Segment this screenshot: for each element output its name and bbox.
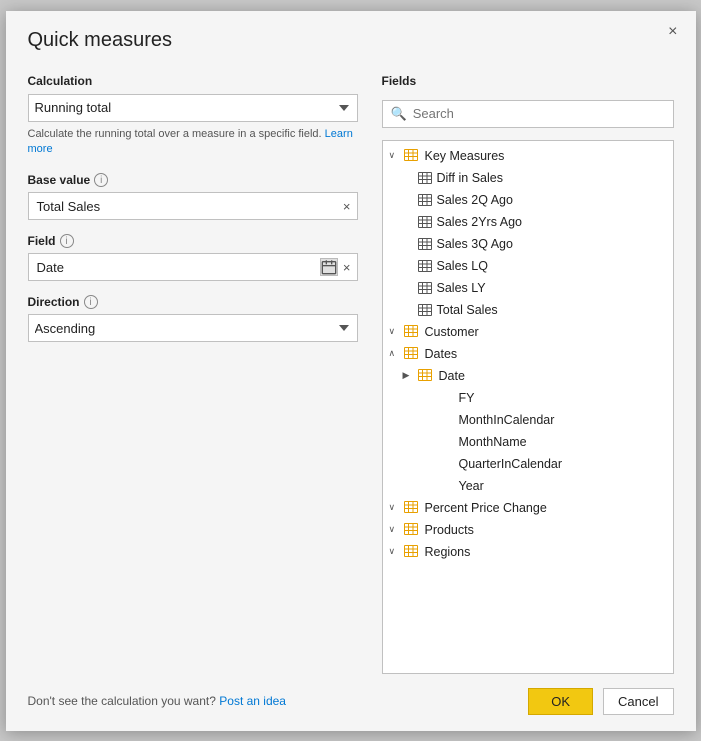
- tree-item-sales-2q-ago[interactable]: Sales 2Q Ago: [383, 189, 673, 211]
- tree-item-year[interactable]: Year: [383, 475, 673, 497]
- tree-item-sales-3q-ago[interactable]: Sales 3Q Ago: [383, 233, 673, 255]
- base-value-label: Base value: [28, 173, 91, 187]
- table-icon: [404, 325, 420, 339]
- tree-item-label: Sales LQ: [437, 259, 488, 273]
- measure-icon: [418, 260, 432, 272]
- tree-item-label: Sales 2Yrs Ago: [437, 215, 522, 229]
- title-bar: Quick measures ×: [6, 11, 696, 60]
- measure-icon: [418, 216, 432, 228]
- tree-item-regions[interactable]: ∨ Regions: [383, 541, 673, 563]
- tree-item-monthname[interactable]: MonthName: [383, 431, 673, 453]
- tree-item-key-measures[interactable]: ∨ Key Measures: [383, 145, 673, 167]
- fields-label: Fields: [382, 74, 674, 88]
- close-button[interactable]: ×: [662, 21, 683, 43]
- direction-select[interactable]: Ascending Descending: [28, 314, 358, 342]
- tree-item-label: Percent Price Change: [425, 501, 547, 515]
- dialog-body: Calculation Running total Calculate the …: [6, 60, 696, 674]
- chevron-icon: ∨: [389, 524, 401, 536]
- quick-measures-dialog: Quick measures × Calculation Running tot…: [6, 11, 696, 731]
- tree-item-label: Sales LY: [437, 281, 486, 295]
- calculation-hint: Calculate the running total over a measu…: [28, 127, 358, 158]
- tree-item-label: Sales 2Q Ago: [437, 193, 513, 207]
- measure-icon: [418, 194, 432, 206]
- measure-icon: [418, 172, 432, 184]
- footer-hint: Don't see the calculation you want? Post…: [28, 694, 286, 708]
- calendar-icon: [320, 258, 338, 276]
- tree-item-label: FY: [459, 391, 475, 405]
- tree-item-label: Total Sales: [437, 303, 498, 317]
- search-box[interactable]: 🔍: [382, 100, 674, 128]
- dialog-footer: Don't see the calculation you want? Post…: [6, 674, 696, 731]
- chevron-icon: ∧: [389, 348, 401, 360]
- calculation-label: Calculation: [28, 74, 358, 88]
- table-icon: [418, 369, 434, 383]
- base-value-text: Total Sales: [37, 199, 341, 214]
- measure-icon: [418, 282, 432, 294]
- tree-item-label: Date: [439, 369, 465, 383]
- search-icon: 🔍: [391, 106, 407, 122]
- tree-item-label: Key Measures: [425, 149, 505, 163]
- tree-item-label: Products: [425, 523, 474, 537]
- cancel-button[interactable]: Cancel: [603, 688, 673, 715]
- table-icon: [404, 347, 420, 361]
- tree-item-label: Dates: [425, 347, 458, 361]
- measure-icon: [418, 238, 432, 250]
- tree-item-total-sales[interactable]: Total Sales: [383, 299, 673, 321]
- chevron-icon: ∨: [389, 546, 401, 558]
- measure-icon: [418, 304, 432, 316]
- tree-item-label: Regions: [425, 545, 471, 559]
- field-value-text: Date: [37, 260, 320, 275]
- tree-item-quarterincalendar[interactable]: QuarterInCalendar: [383, 453, 673, 475]
- search-input[interactable]: [413, 106, 665, 121]
- direction-label-row: Direction i: [28, 295, 358, 309]
- tree-item-customer[interactable]: ∨ Customer: [383, 321, 673, 343]
- field-info-icon: i: [60, 234, 74, 248]
- direction-label: Direction: [28, 295, 80, 309]
- chevron-icon: ▶: [403, 370, 415, 382]
- tree-item-label: Sales 3Q Ago: [437, 237, 513, 251]
- table-icon: [404, 501, 420, 515]
- left-panel: Calculation Running total Calculate the …: [28, 74, 358, 674]
- ok-button[interactable]: OK: [528, 688, 593, 715]
- tree-item-percent-price-change[interactable]: ∨ Percent Price Change: [383, 497, 673, 519]
- calculation-select[interactable]: Running total: [28, 94, 358, 122]
- dialog-title: Quick measures: [28, 29, 173, 52]
- field-label-row: Field i: [28, 234, 358, 248]
- base-value-input: Total Sales ×: [28, 192, 358, 220]
- footer-buttons: OK Cancel: [528, 688, 673, 715]
- right-panel: Fields 🔍 ∨ Key Measures Diff in Sales: [382, 74, 674, 674]
- tree-item-label: MonthInCalendar: [459, 413, 555, 427]
- chevron-icon: ∨: [389, 150, 401, 162]
- chevron-icon: ∨: [389, 502, 401, 514]
- tree-item-sales-2yrs-ago[interactable]: Sales 2Yrs Ago: [383, 211, 673, 233]
- table-icon: [404, 523, 420, 537]
- table-icon: [404, 545, 420, 559]
- chevron-icon: ∨: [389, 326, 401, 338]
- post-idea-link[interactable]: Post an idea: [219, 694, 286, 708]
- tree-item-dates[interactable]: ∧ Dates: [383, 343, 673, 365]
- tree-item-label: Diff in Sales: [437, 171, 503, 185]
- tree-item-label: Year: [459, 479, 484, 493]
- tree-item-label: Customer: [425, 325, 479, 339]
- table-icon: [404, 149, 420, 163]
- tree-item-monthincalendar[interactable]: MonthInCalendar: [383, 409, 673, 431]
- field-clear-button[interactable]: ×: [341, 260, 353, 275]
- field-input: Date ×: [28, 253, 358, 281]
- tree-item-diff-in-sales[interactable]: Diff in Sales: [383, 167, 673, 189]
- tree-item-label: MonthName: [459, 435, 527, 449]
- tree-item-products[interactable]: ∨ Products: [383, 519, 673, 541]
- base-value-clear-button[interactable]: ×: [341, 199, 353, 214]
- tree-item-label: QuarterInCalendar: [459, 457, 563, 471]
- base-value-row: Base value i: [28, 173, 358, 187]
- direction-info-icon: i: [84, 295, 98, 309]
- tree-item-fy[interactable]: FY: [383, 387, 673, 409]
- fields-tree[interactable]: ∨ Key Measures Diff in Sales Sales 2Q Ag…: [382, 140, 674, 674]
- tree-item-sales-ly[interactable]: Sales LY: [383, 277, 673, 299]
- base-value-info-icon: i: [94, 173, 108, 187]
- field-label: Field: [28, 234, 56, 248]
- tree-item-date[interactable]: ▶ Date: [383, 365, 673, 387]
- tree-item-sales-lq[interactable]: Sales LQ: [383, 255, 673, 277]
